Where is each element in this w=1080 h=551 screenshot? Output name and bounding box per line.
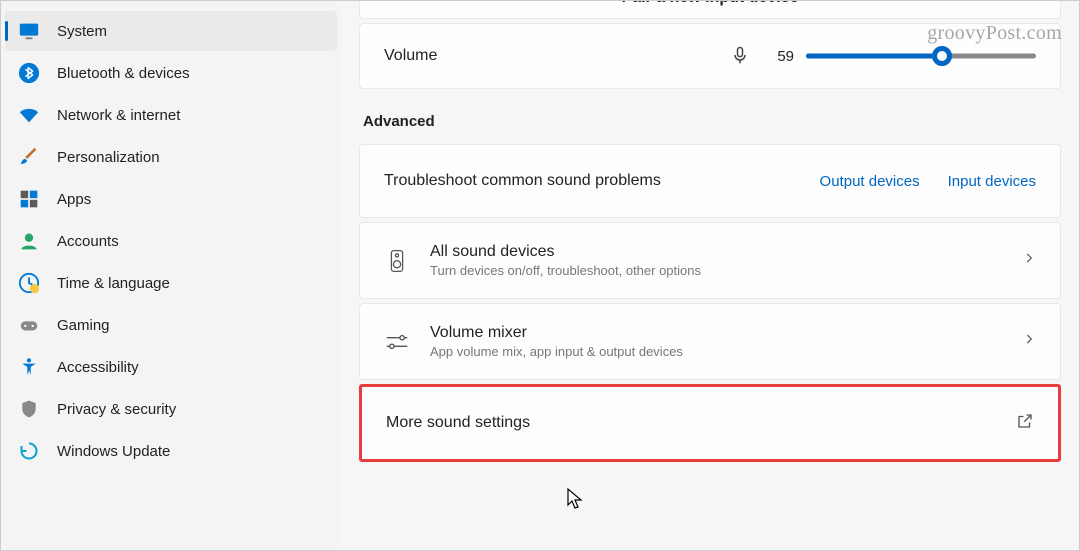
sidebar-item-personalization[interactable]: Personalization [5,137,337,177]
input-devices-link[interactable]: Input devices [948,173,1036,190]
sidebar-item-update[interactable]: Windows Update [5,431,337,471]
more-sound-settings-card[interactable]: More sound settings [359,384,1061,462]
chevron-right-icon [1022,251,1036,270]
sidebar-item-label: Personalization [57,149,160,166]
sidebar-item-label: Gaming [57,317,110,334]
mixer-title: Volume mixer [430,324,1022,342]
troubleshoot-card: Troubleshoot common sound problems Outpu… [359,144,1061,218]
wifi-icon [17,103,41,127]
clock-globe-icon [17,271,41,295]
sidebar-item-system[interactable]: System [5,11,337,51]
sidebar-item-accounts[interactable]: Accounts [5,221,337,261]
volume-slider[interactable] [806,44,1036,68]
volume-label: Volume [384,47,730,65]
sidebar-item-apps[interactable]: Apps [5,179,337,219]
system-icon [17,19,41,43]
sidebar-item-label: Apps [57,191,91,208]
watermark: groovyPost.com [927,22,1062,45]
accessibility-icon [17,355,41,379]
speaker-icon [384,248,410,274]
sidebar-item-label: System [57,23,107,40]
shield-icon [17,397,41,421]
microphone-icon[interactable] [730,45,752,67]
mixer-sub: App volume mix, app input & output devic… [430,344,1022,359]
volume-mixer-card[interactable]: Volume mixer App volume mix, app input &… [359,303,1061,380]
sidebar-item-label: Time & language [57,275,170,292]
output-devices-link[interactable]: Output devices [820,173,920,190]
sidebar-item-privacy[interactable]: Privacy & security [5,389,337,429]
more-settings-title: More sound settings [386,414,1016,432]
external-link-icon [1016,412,1034,435]
person-icon [17,229,41,253]
sidebar: System Bluetooth & devices Network & int… [1,1,341,550]
sidebar-item-time[interactable]: Time & language [5,263,337,303]
bluetooth-icon [17,61,41,85]
sidebar-item-label: Windows Update [57,443,170,460]
sidebar-item-label: Network & internet [57,107,180,124]
all-sound-devices-card[interactable]: All sound devices Turn devices on/off, t… [359,222,1061,299]
sidebar-item-label: Accounts [57,233,119,250]
all-devices-sub: Turn devices on/off, troubleshoot, other… [430,263,1022,278]
apps-icon [17,187,41,211]
chevron-right-icon [1022,332,1036,351]
sidebar-item-label: Bluetooth & devices [57,65,190,82]
sidebar-item-label: Accessibility [57,359,139,376]
all-devices-title: All sound devices [430,243,1022,261]
update-icon [17,439,41,463]
sidebar-item-bluetooth[interactable]: Bluetooth & devices [5,53,337,93]
gamepad-icon [17,313,41,337]
sidebar-item-label: Privacy & security [57,401,176,418]
volume-value: 59 [768,48,794,65]
advanced-header: Advanced [363,113,1061,130]
sidebar-item-gaming[interactable]: Gaming [5,305,337,345]
troubleshoot-title: Troubleshoot common sound problems [384,172,792,190]
troubleshoot-row: Troubleshoot common sound problems Outpu… [360,145,1060,217]
brush-icon [17,145,41,169]
mixer-icon [384,329,410,355]
previous-card-peek: Pair a new input device [359,1,1061,19]
main-content: Pair a new input device Volume 59 Advanc… [341,1,1079,550]
sidebar-item-network[interactable]: Network & internet [5,95,337,135]
sidebar-item-accessibility[interactable]: Accessibility [5,347,337,387]
